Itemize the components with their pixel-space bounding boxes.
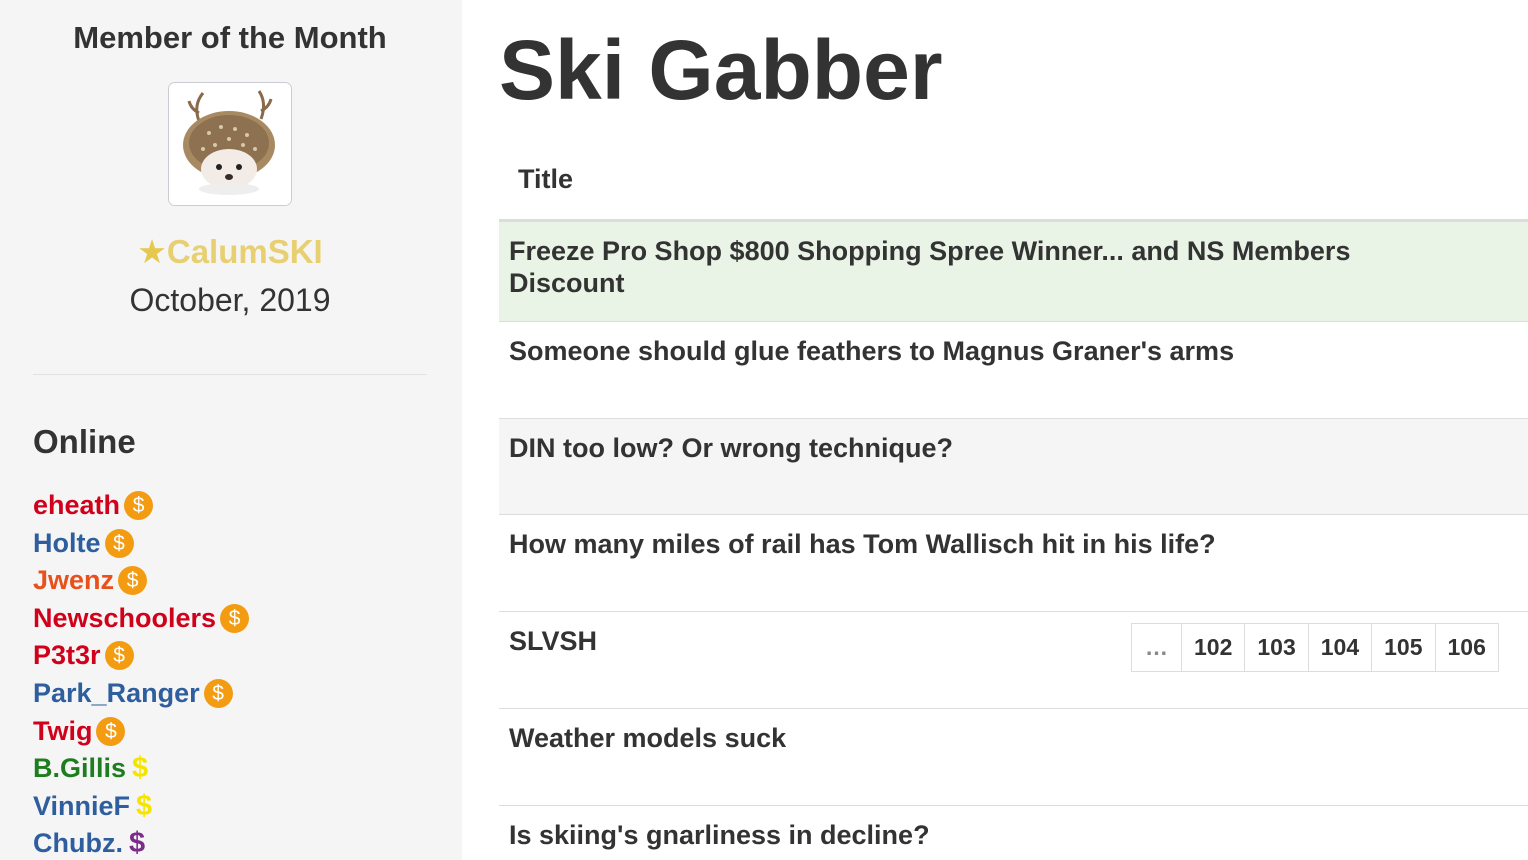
page: Member of the Month ★CalumSKI October, 2…	[0, 0, 1528, 860]
online-user-item: Newschoolers $	[33, 600, 250, 638]
member-of-month-avatar[interactable]	[168, 82, 292, 206]
thread-title-link[interactable]: How many miles of rail has Tom Wallisch …	[509, 528, 1469, 560]
dollar-badge-icon: $	[132, 752, 149, 785]
online-user-item: Twig $	[33, 713, 249, 751]
star-icon: ★	[137, 233, 167, 270]
thread-row[interactable]: DIN too low? Or wrong technique?	[499, 419, 1528, 516]
coin-badge-icon: $	[124, 491, 154, 520]
pagination-page-link[interactable]: 104	[1307, 624, 1371, 671]
online-users-list: eheath $ Holte $ Jwenz $ Newschoolers $ P3t3r $ Pa…	[33, 487, 250, 860]
member-of-month-username[interactable]: CalumSKI	[167, 233, 323, 270]
online-username-link[interactable]: Newschoolers	[33, 603, 216, 633]
online-user-item: Chubz. $	[33, 825, 249, 860]
main-content: Ski Gabber Title Freeze Pro Shop $800 Sh…	[462, 0, 1528, 860]
member-of-month-name[interactable]: ★CalumSKI	[0, 232, 460, 271]
online-username-link[interactable]: Jwenz	[33, 565, 114, 595]
online-user-item: VinnieF $	[33, 788, 249, 826]
thread-row[interactable]: Weather models suck	[499, 709, 1528, 807]
thread-row[interactable]: Freeze Pro Shop $800 Shopping Spree Winn…	[499, 222, 1528, 323]
pagination-page-link[interactable]: 103	[1244, 624, 1307, 671]
coin-badge-icon: $	[104, 641, 134, 671]
coin-badge-icon: $	[118, 566, 148, 596]
forum-title: Ski Gabber	[499, 23, 943, 117]
member-of-month-date: October, 2019	[129, 282, 331, 318]
online-username-link[interactable]: Park_Ranger	[33, 678, 200, 708]
online-username-link[interactable]: P3t3r	[33, 640, 101, 670]
thread-title-link[interactable]: Is skiing's gnarliness in decline?	[509, 819, 1469, 851]
thread-title-link[interactable]: Freeze Pro Shop $800 Shopping Spree Winn…	[509, 235, 1469, 299]
online-username-link[interactable]: Twig	[33, 716, 92, 746]
coin-badge-icon: $	[203, 678, 233, 708]
online-user-item: Holte $	[33, 525, 249, 563]
thread-pagination: … 102 103 104 105 106	[1131, 623, 1499, 672]
online-username-link[interactable]: eheath	[33, 490, 120, 520]
online-user-item: Park_Ranger $	[33, 675, 249, 713]
hedgehog-avatar-image	[169, 83, 291, 205]
column-header-title[interactable]: Title	[518, 164, 573, 195]
online-user-item: Jwenz $	[33, 562, 249, 600]
thread-title-link[interactable]: DIN too low? Or wrong technique?	[509, 432, 1469, 464]
sidebar: Member of the Month ★CalumSKI October, 2…	[0, 0, 462, 860]
dollar-badge-icon: $	[136, 789, 153, 822]
online-user-item: eheath $	[33, 487, 249, 525]
online-username-link[interactable]: Chubz.	[33, 828, 123, 858]
pagination-page-link[interactable]: 105	[1371, 624, 1434, 671]
online-username-link[interactable]: VinnieF	[33, 791, 130, 821]
pagination-ellipsis: …	[1145, 634, 1168, 660]
thread-row[interactable]: Someone should glue feathers to Magnus G…	[499, 322, 1528, 420]
coin-badge-icon: $	[220, 603, 250, 633]
sidebar-divider	[33, 374, 427, 375]
dollar-badge-icon: $	[128, 827, 146, 860]
thread-row[interactable]: Is skiing's gnarliness in decline?	[499, 806, 1528, 860]
pagination-page-link[interactable]: 106	[1434, 624, 1498, 671]
online-heading: Online	[33, 423, 136, 460]
coin-badge-icon: $	[96, 716, 126, 746]
coin-badge-icon: $	[104, 528, 134, 558]
online-user-item: B.Gillis $	[33, 750, 249, 788]
online-user-item: P3t3r $	[33, 637, 249, 675]
pagination-page-link[interactable]: 102	[1181, 624, 1244, 671]
online-username-link[interactable]: B.Gillis	[33, 753, 126, 783]
online-username-link[interactable]: Holte	[33, 528, 101, 558]
thread-title-link[interactable]: Someone should glue feathers to Magnus G…	[509, 335, 1469, 367]
member-of-month-heading: Member of the Month	[73, 20, 387, 55]
thread-row[interactable]: How many miles of rail has Tom Wallisch …	[499, 515, 1528, 613]
thread-row[interactable]: SLVSH… 102 103 104 105 106	[499, 612, 1528, 710]
thread-title-link[interactable]: Weather models suck	[509, 722, 1469, 754]
